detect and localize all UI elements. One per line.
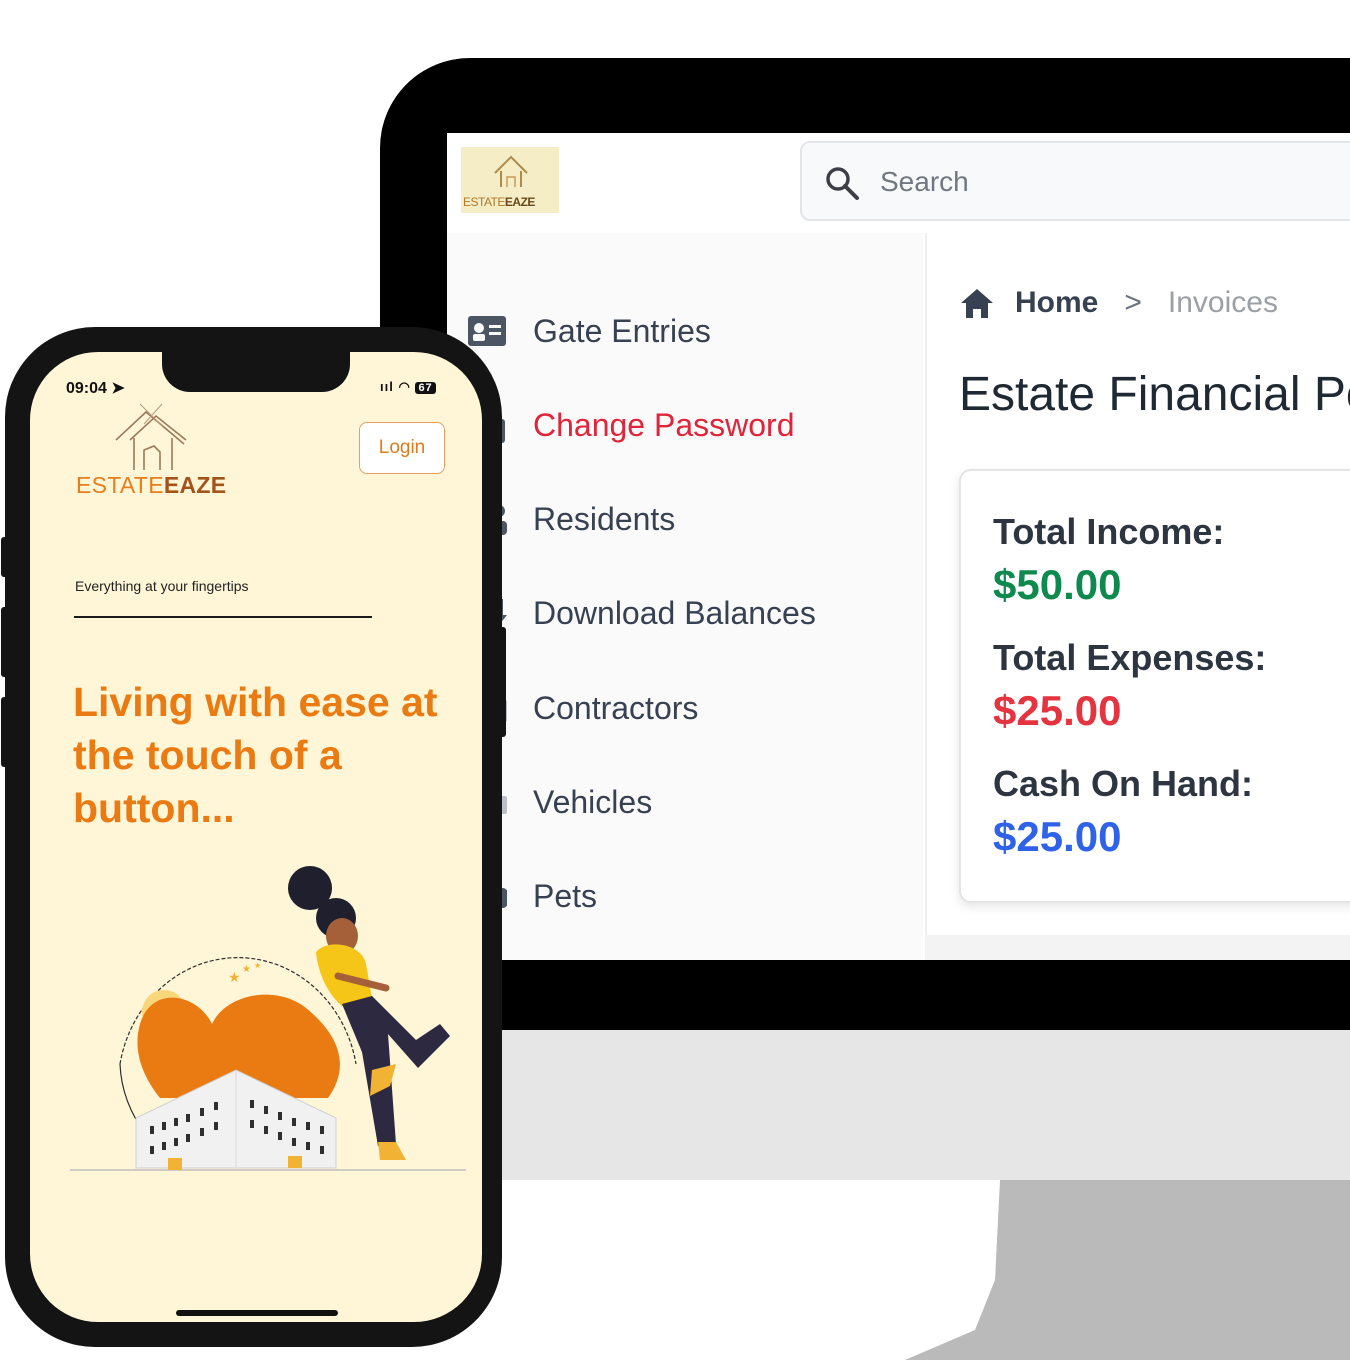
phone-volume-up xyxy=(1,607,9,677)
sidebar-item-residents[interactable]: Residents xyxy=(467,489,907,549)
sidebar-item-label: Download Balances xyxy=(533,594,816,631)
sidebar-item-label: Gate Entries xyxy=(533,312,711,349)
signal-icon: ııl xyxy=(380,379,394,394)
status-icons: ııl ◠ 67 xyxy=(380,379,436,395)
login-button[interactable]: Login xyxy=(359,422,445,474)
financial-summary-card: Total Income: $50.00 Total Expenses: $25… xyxy=(959,469,1350,903)
breadcrumb-home[interactable]: Home xyxy=(1015,286,1098,320)
total-income-value: $50.00 xyxy=(993,561,1122,608)
cash-on-hand-value: $25.00 xyxy=(993,813,1122,860)
breadcrumb: Home > Invoices xyxy=(959,283,1278,323)
svg-text:★: ★ xyxy=(242,964,251,975)
search-bar[interactable] xyxy=(800,141,1350,221)
logo-wordmark: ESTATEEAZE xyxy=(463,195,535,209)
estateeaze-logo[interactable]: ESTATEEAZE xyxy=(461,147,559,213)
total-expenses-value: $25.00 xyxy=(993,687,1122,734)
sidebar-item-label: Residents xyxy=(533,500,676,537)
monitor-chin xyxy=(500,1030,1350,1180)
sidebar-item-label: Change Password xyxy=(533,406,795,443)
phone-power-button xyxy=(498,627,506,737)
main-content: Home > Invoices Estate Financial Po Tota… xyxy=(925,233,1350,960)
phone-notch xyxy=(162,352,350,392)
cash-on-hand-label: Cash On Hand: xyxy=(993,763,1254,804)
divider xyxy=(74,616,372,618)
page-title: Estate Financial Po xyxy=(959,368,1350,421)
id-card-icon xyxy=(467,311,507,351)
total-income-label: Total Income: xyxy=(993,511,1225,552)
sidebar-item-label: Contractors xyxy=(533,689,699,726)
sidebar-item-vehicles[interactable]: Vehicles xyxy=(467,772,907,832)
sidebar-item-download-balances[interactable]: Download Balances xyxy=(467,583,907,643)
phone-mute-switch xyxy=(1,537,9,577)
sidebar-item-label: Vehicles xyxy=(533,783,653,820)
house-logo-icon xyxy=(494,155,528,187)
phone-screen: 09:04 ➤ ııl ◠ 67 ESTATEEAZE Login Everyt… xyxy=(30,352,482,1322)
home-icon[interactable] xyxy=(959,287,995,319)
search-icon xyxy=(826,167,859,200)
battery-icon: 67 xyxy=(415,382,436,394)
sidebar-item-contractors[interactable]: Contractors xyxy=(467,678,907,738)
monitor-stand xyxy=(905,1180,1350,1360)
desktop-screen: ESTATEEAZE Gate Entries Change Password … xyxy=(447,133,1350,960)
woman-leaning-on-house-illustration: ★ ★ ★ xyxy=(70,866,466,1171)
svg-text:★: ★ xyxy=(254,961,261,970)
logo-wordmark: ESTATEEAZE xyxy=(76,472,227,498)
tagline: Everything at your fingertips xyxy=(75,578,249,594)
wifi-icon: ◠ xyxy=(398,379,411,394)
breadcrumb-current: Invoices xyxy=(1167,286,1278,319)
hero-heading: Living with ease at the touch of a butto… xyxy=(73,679,438,831)
sidebar-item-pets[interactable]: Pets xyxy=(467,866,907,926)
chevron-right-icon: > xyxy=(1124,286,1142,319)
location-arrow-icon: ➤ xyxy=(111,380,125,397)
phone-volume-down xyxy=(1,697,9,767)
home-indicator[interactable] xyxy=(176,1310,338,1316)
total-expenses-label: Total Expenses: xyxy=(993,637,1267,678)
sidebar-item-label: Pets xyxy=(533,877,598,914)
sidebar-item-gate-entries[interactable]: Gate Entries xyxy=(467,301,907,361)
status-time: 09:04 ➤ xyxy=(66,380,125,397)
search-input[interactable] xyxy=(880,163,1280,201)
svg-text:★: ★ xyxy=(228,969,241,985)
sidebar-item-change-password[interactable]: Change Password xyxy=(467,395,907,455)
content-footer-strip xyxy=(925,935,1350,960)
